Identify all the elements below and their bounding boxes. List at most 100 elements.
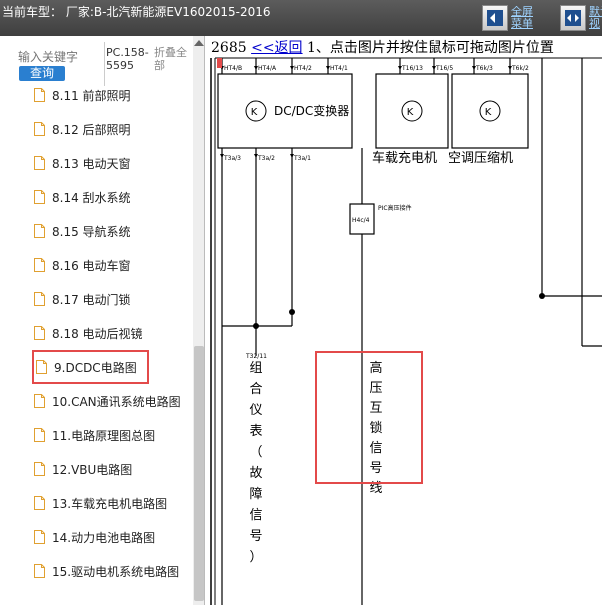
instrument-label-char: 合	[249, 382, 262, 397]
circuit-diagram[interactable]: K K K DC/DC变换器 车载充电机 空调压缩机 HT4/B HT4/A H…	[206, 36, 602, 605]
search-divider	[104, 42, 105, 86]
red-marker	[217, 58, 222, 68]
toc-item[interactable]: 8.13 电动天窗	[34, 150, 131, 176]
toc-item-label: 11.电路原理图总图	[52, 428, 156, 443]
pin-label: PIC高压接件	[378, 204, 412, 212]
instrument-label-char: 信	[249, 508, 262, 523]
document-icon	[34, 224, 45, 238]
toc-item[interactable]: 15.驱动电机系统电路图	[34, 558, 179, 584]
toc-item[interactable]: 8.15 导航系统	[34, 218, 131, 244]
toc-item-label: 8.14 刮水系统	[52, 190, 131, 205]
instrument-label-char: ）	[249, 550, 262, 565]
interlock-label-char: 锁	[369, 420, 382, 436]
toc-item[interactable]: 12.VBU电路图	[34, 456, 132, 482]
charger-label: 车载充电机	[372, 150, 437, 166]
toc-item-label: 8.16 电动车窗	[52, 258, 131, 273]
pin-label: T32/11	[245, 353, 267, 360]
svg-text:K: K	[251, 107, 258, 118]
current-model-title: 当前车型： 厂家:B-北汽新能源EV1602015-2016	[2, 5, 271, 19]
junction-dot	[539, 293, 545, 299]
pin-label: H4c/4	[352, 217, 370, 224]
instrument-label-char: 故	[249, 466, 262, 481]
document-icon	[34, 496, 45, 510]
toc-item[interactable]: 14.动力电池电路图	[34, 524, 155, 550]
toc-item-label: 13.车载充电机电路图	[52, 496, 168, 511]
instrument-label-char: 号	[249, 529, 262, 544]
toc-item[interactable]: 13.车载充电机电路图	[34, 490, 167, 516]
document-icon	[34, 258, 45, 272]
document-icon	[34, 190, 45, 204]
toc-item-label: 8.18 电动后视镜	[52, 326, 143, 341]
instrument-label-char: 障	[249, 487, 262, 502]
interlock-label-char: 号	[369, 461, 382, 476]
search-button[interactable]: 查询	[19, 66, 65, 81]
toc-item[interactable]: 8.17 电动门锁	[34, 286, 131, 312]
default-view-label: 默认视	[589, 6, 602, 30]
document-icon	[34, 88, 45, 102]
document-icon	[34, 156, 45, 170]
pin-label: T6k/3	[475, 65, 493, 72]
document-icon	[34, 292, 45, 306]
toc-item[interactable]: 8.18 电动后视镜	[34, 320, 143, 346]
svg-text:K: K	[485, 107, 492, 118]
svg-text:K: K	[407, 107, 414, 118]
toc-item-label: 12.VBU电路图	[52, 462, 133, 477]
pin-label: T3a/1	[293, 155, 311, 162]
instrument-label-char: 组	[249, 361, 262, 376]
document-icon	[34, 462, 45, 476]
pin-label: HT4/B	[224, 65, 242, 72]
scroll-up-icon[interactable]	[194, 40, 204, 46]
toc-item-label: 8.13 电动天窗	[52, 156, 131, 171]
toc-item-label: 9.DCDC电路图	[54, 360, 137, 375]
ac-compressor-label: 空调压缩机	[448, 150, 513, 166]
document-icon	[34, 428, 45, 442]
instrument-label-char: 仪	[249, 403, 262, 418]
pin-label: HT4/1	[330, 65, 348, 72]
instrument-label-char: （	[249, 445, 262, 460]
interlock-label-char: 互	[369, 401, 382, 416]
toc-item-label: 8.11 前部照明	[52, 88, 131, 103]
fullscreen-icon	[482, 5, 508, 31]
pc-label: PC.158-5595	[106, 46, 149, 72]
document-icon	[34, 530, 45, 544]
toc-item[interactable]: 10.CAN通讯系统电路图	[34, 388, 181, 414]
default-view-button[interactable]: 默认视	[560, 3, 602, 33]
toc-item[interactable]: 9.DCDC电路图	[32, 350, 149, 384]
fullscreen-menu-button[interactable]: 全屏菜单	[482, 3, 537, 33]
toc-item-label: 8.17 电动门锁	[52, 292, 131, 307]
pin-label: T16/13	[401, 65, 423, 72]
pin-label: T3a/2	[257, 155, 275, 162]
toc-item[interactable]: 8.14 刮水系统	[34, 184, 131, 210]
junction-dot	[289, 309, 295, 315]
toc-item-label: 14.动力电池电路图	[52, 530, 156, 545]
toc-item-label: 8.12 后部照明	[52, 122, 131, 137]
document-icon	[34, 122, 45, 136]
pin-label: HT4/2	[294, 65, 312, 72]
toc-item[interactable]: 8.11 前部照明	[34, 82, 131, 108]
toc-item-label: 8.15 导航系统	[52, 224, 131, 239]
fullscreen-menu-label: 全屏菜单	[511, 6, 533, 30]
interlock-label-char: 信	[369, 441, 382, 456]
interlock-label-char: 压	[369, 381, 382, 396]
back-link[interactable]: <<返回	[251, 40, 302, 56]
dcdc-label: DC/DC变换器	[274, 103, 349, 118]
pin-label: HT4/A	[258, 65, 277, 72]
toc-item[interactable]: 8.12 后部照明	[34, 116, 131, 142]
scrollbar-thumb[interactable]	[194, 346, 204, 601]
interlock-label-char: 高	[369, 360, 382, 376]
diagram-viewer[interactable]: K K K DC/DC变换器 车载充电机 空调压缩机 HT4/B HT4/A H…	[206, 36, 602, 605]
default-view-icon	[560, 5, 586, 31]
toc-item[interactable]: 8.16 电动车窗	[34, 252, 131, 278]
document-icon	[36, 360, 47, 374]
sidebar: 查询 PC.158-5595 折叠全部 8.11 前部照明 8.12 后部照明 8.…	[0, 36, 205, 605]
document-icon	[34, 394, 45, 408]
sidebar-scrollbar[interactable]	[193, 36, 204, 605]
collapse-all-link[interactable]: 折叠全部	[154, 46, 194, 72]
viewer-top-line: 2685 <<返回 1、点击图片并按住鼠标可拖动图片位置	[211, 39, 554, 57]
toc-item[interactable]: 11.电路原理图总图	[34, 422, 155, 448]
pin-label: T16/5	[435, 65, 453, 72]
document-icon	[34, 326, 45, 340]
junction-dot	[253, 323, 259, 329]
drag-hint-text: 1、点击图片并按住鼠标可拖动图片位置	[307, 40, 554, 56]
search-input[interactable]	[18, 50, 98, 64]
